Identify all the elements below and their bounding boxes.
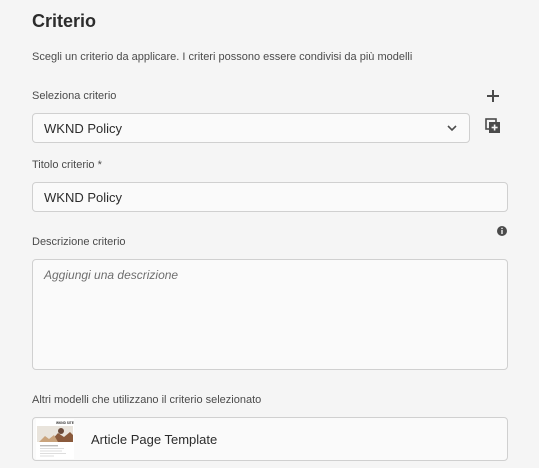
add-policy-button[interactable] bbox=[484, 87, 502, 105]
other-templates-label: Altri modelli che utilizzano il criterio… bbox=[32, 394, 262, 406]
panel-description: Scegli un criterio da applicare. I crite… bbox=[32, 51, 413, 63]
thumbnail-brand: WKND SITE bbox=[56, 421, 74, 425]
policy-select[interactable]: WKND Policy bbox=[32, 113, 470, 143]
template-list-item[interactable]: WKND SITE Article Page Template bbox=[32, 417, 508, 461]
plus-icon bbox=[487, 90, 499, 102]
policy-title-input[interactable] bbox=[32, 182, 508, 212]
panel-title: Criterio bbox=[32, 11, 97, 31]
policy-description-label: Descrizione criterio bbox=[32, 236, 126, 248]
template-name: Article Page Template bbox=[91, 431, 218, 447]
policy-description-textarea[interactable] bbox=[32, 259, 508, 370]
select-policy-label: Seleziona criterio bbox=[32, 90, 117, 102]
template-thumbnail: WKND SITE bbox=[36, 419, 74, 459]
chevron-down-icon bbox=[447, 125, 457, 132]
policy-select-value: WKND Policy bbox=[44, 120, 123, 136]
info-icon[interactable] bbox=[496, 224, 508, 236]
duplicate-icon bbox=[485, 118, 500, 133]
policy-panel: Criterio Scegli un criterio da applicare… bbox=[0, 0, 539, 468]
duplicate-policy-button[interactable] bbox=[484, 117, 502, 135]
policy-title-label: Titolo criterio * bbox=[32, 159, 102, 171]
